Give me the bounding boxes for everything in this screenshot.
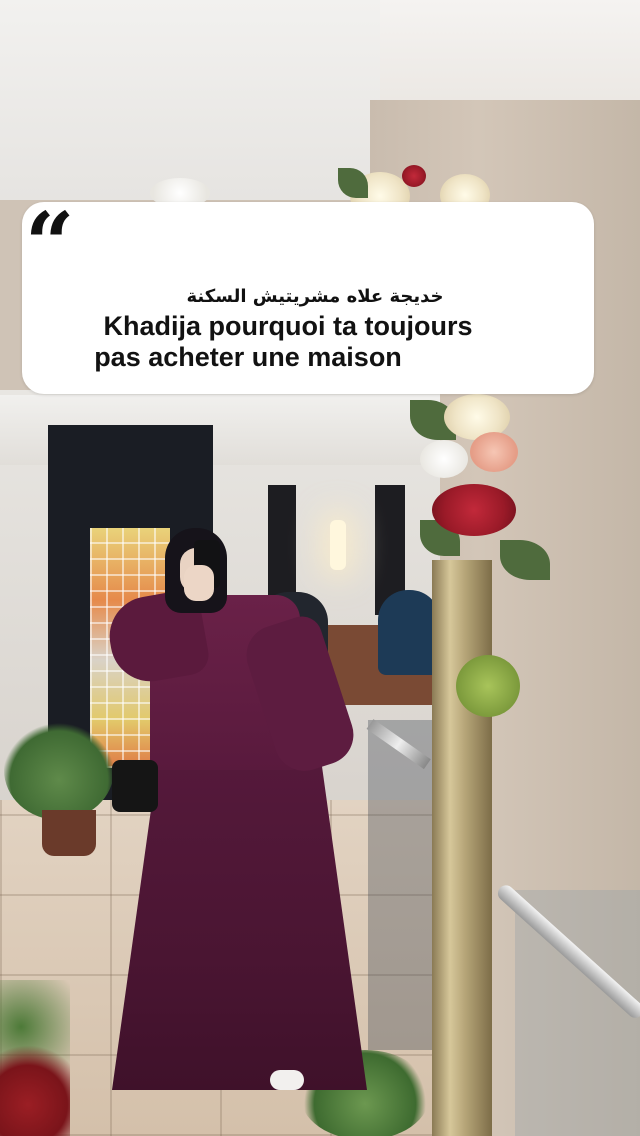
brass-post — [432, 560, 492, 1136]
quote-card: “ خديجة علاه مشريتيش السكنة Khadija pour… — [22, 202, 594, 394]
quote-arabic-text: خديجة علاه مشريتيش السكنة — [186, 286, 444, 307]
hand — [184, 565, 214, 601]
pink-flower — [470, 432, 518, 472]
green-pompom — [456, 655, 520, 717]
white-flower — [420, 440, 468, 478]
plant-pot — [42, 810, 96, 856]
white-sneaker — [270, 1070, 304, 1090]
wall-lamp — [330, 520, 346, 570]
red-rose — [432, 484, 516, 536]
red-flower — [402, 165, 426, 187]
red-flowers — [0, 980, 70, 1136]
background-photo — [0, 0, 640, 1136]
seated-person — [378, 590, 440, 675]
quote-icon: “ — [25, 194, 75, 295]
potted-plant — [4, 720, 114, 820]
black-handbag — [112, 760, 158, 812]
quote-line-1: Khadija pourquoi ta toujours — [103, 311, 473, 341]
quote-line-2: pas acheter une maison — [94, 342, 402, 372]
